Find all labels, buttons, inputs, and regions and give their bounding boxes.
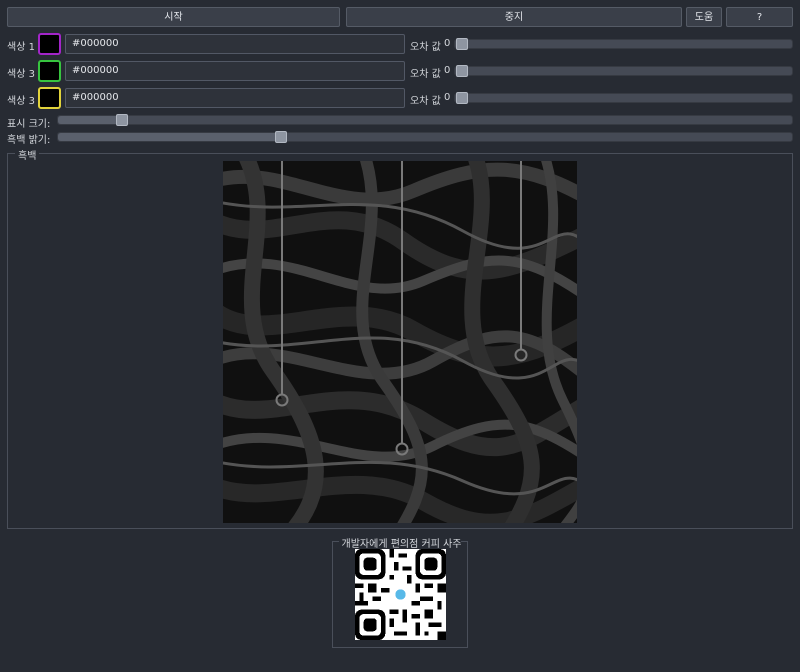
tolerance-2-slider[interactable] xyxy=(454,65,793,77)
display-size-slider-handle[interactable] xyxy=(116,114,128,126)
color-1-swatch[interactable] xyxy=(38,33,61,55)
help-button[interactable]: 도움 xyxy=(686,7,722,27)
tolerance-1-value: 0 xyxy=(444,38,451,49)
color-2-swatch[interactable] xyxy=(38,60,61,82)
color-3-swatch[interactable] xyxy=(38,87,61,109)
color-row-3: 색상 3 #000000 오차 값 0 xyxy=(0,87,800,109)
tolerance-2-label: 오차 값 xyxy=(410,69,441,80)
bw-brightness-fill xyxy=(58,133,281,141)
bw-brightness-slider[interactable] xyxy=(57,131,793,143)
tolerance-3-label: 오차 값 xyxy=(410,96,441,107)
color-row-1: 색상 1 #000000 오차 값 0 xyxy=(0,33,800,55)
color-3-label: 색상 3 xyxy=(7,96,35,107)
color-2-hex-input[interactable]: #000000 xyxy=(65,61,405,81)
tolerance-2-value: 0 xyxy=(444,65,451,76)
display-size-fill xyxy=(58,116,122,124)
preview-group: 흑백 xyxy=(7,143,793,549)
tolerance-3-slider[interactable] xyxy=(454,92,793,104)
question-button[interactable]: ? xyxy=(726,7,793,27)
display-size-label: 표시 크기: xyxy=(7,119,51,130)
stop-button[interactable]: 중지 xyxy=(346,7,682,27)
qr-code-icon xyxy=(355,549,446,640)
tolerance-2-slider-handle[interactable] xyxy=(456,65,468,77)
color-2-label: 색상 3 xyxy=(7,69,35,80)
grayscale-preview-image xyxy=(203,143,603,549)
bw-brightness-slider-handle[interactable] xyxy=(275,131,287,143)
bw-brightness-label: 흑백 밝기: xyxy=(7,135,51,146)
tolerance-1-slider-handle[interactable] xyxy=(456,38,468,50)
display-size-slider[interactable] xyxy=(57,114,793,126)
color-1-label: 색상 1 xyxy=(7,42,35,53)
start-button[interactable]: 시작 xyxy=(7,7,340,27)
donate-group: 개발자에게 편의점 커피 사주기 xyxy=(332,539,468,648)
color-1-hex-input[interactable]: #000000 xyxy=(65,34,405,54)
tolerance-3-value: 0 xyxy=(444,92,451,103)
color-row-2: 색상 3 #000000 오차 값 0 xyxy=(0,60,800,82)
preview-group-title: 흑백 xyxy=(15,147,40,162)
tolerance-1-slider[interactable] xyxy=(454,38,793,50)
tolerance-1-label: 오차 값 xyxy=(410,42,441,53)
color-3-hex-input[interactable]: #000000 xyxy=(65,88,405,108)
tolerance-3-slider-handle[interactable] xyxy=(456,92,468,104)
